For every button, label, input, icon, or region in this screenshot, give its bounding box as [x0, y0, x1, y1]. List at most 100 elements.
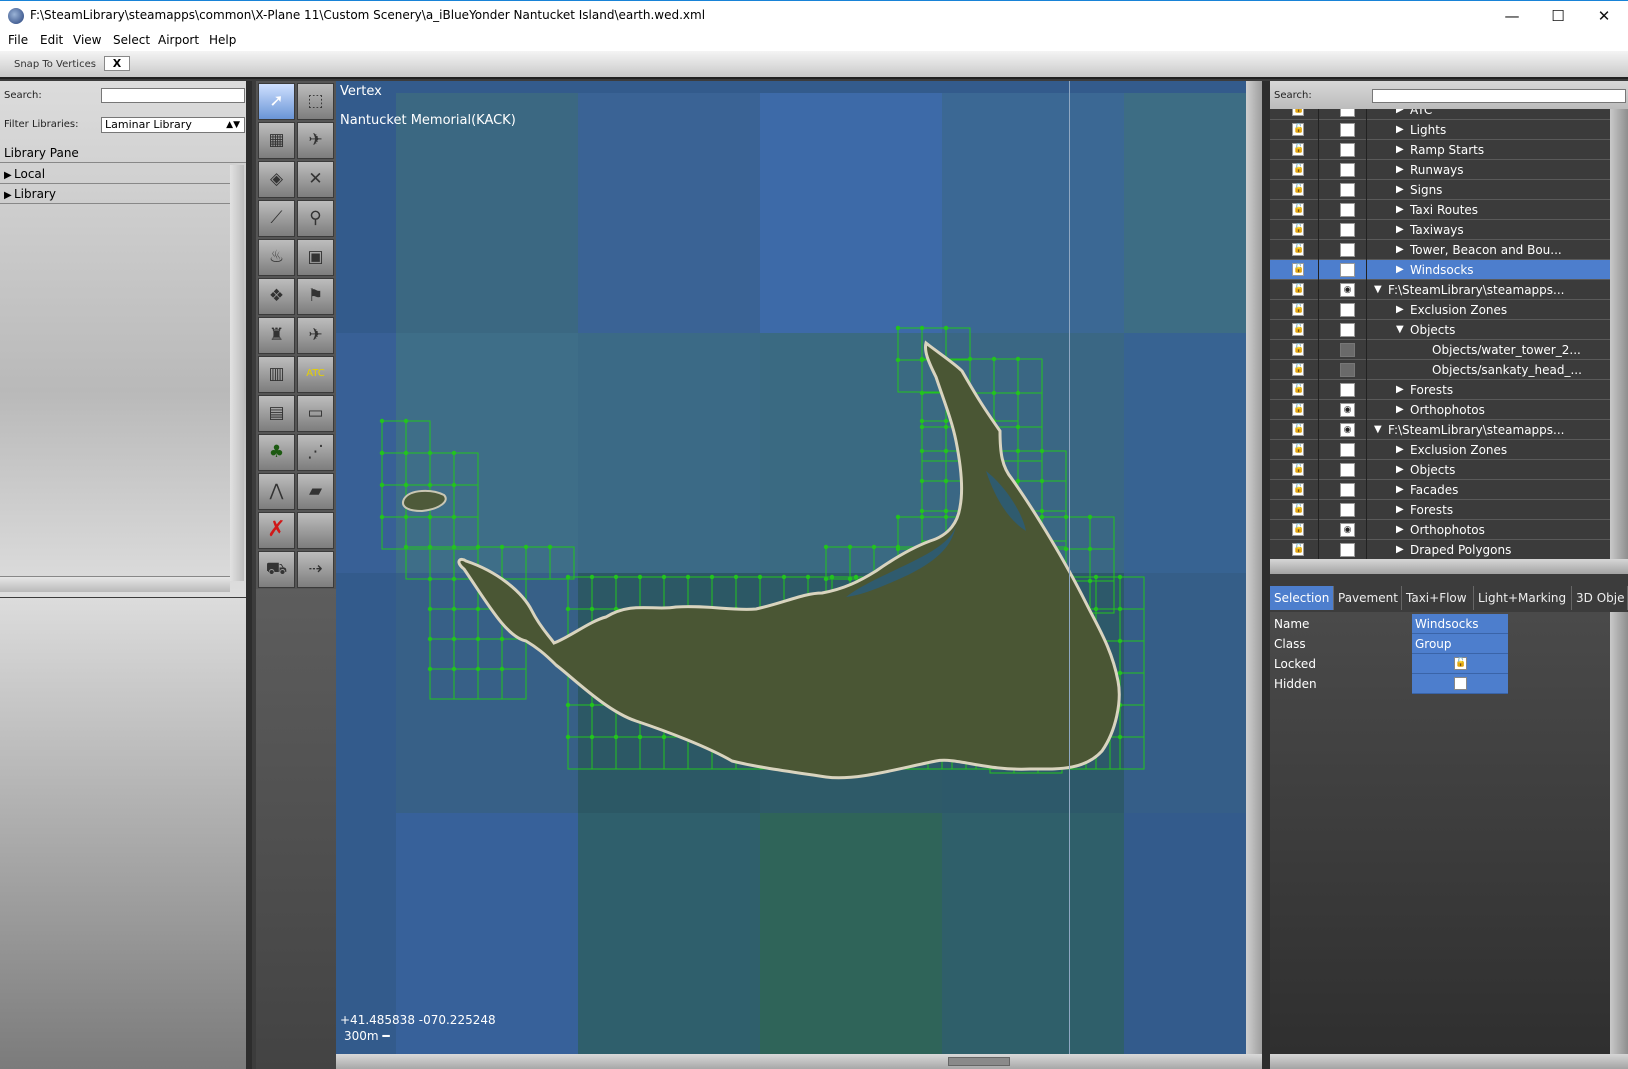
visibility-checkbox[interactable] [1340, 223, 1355, 237]
layer-row[interactable]: 🔓 ▶ Draped Polygons [1270, 540, 1610, 559]
lock-icon[interactable]: 🔓 [1292, 303, 1304, 316]
layer-row[interactable]: 🔓 ▼ Objects [1270, 320, 1610, 340]
visibility-checkbox[interactable] [1340, 343, 1355, 357]
expand-triangle-icon[interactable]: ▶ [1396, 124, 1404, 135]
lock-icon[interactable]: 🔓 [1292, 523, 1304, 536]
sealane-tool[interactable]: ◈ [258, 161, 295, 198]
tab-3d-objects[interactable]: 3D Obje [1572, 586, 1628, 610]
lock-icon[interactable]: 🔓 [1292, 403, 1304, 416]
property-name-value[interactable]: Windsocks [1412, 614, 1508, 634]
lock-icon[interactable]: 🔓 [1292, 263, 1304, 276]
expand-triangle-icon[interactable]: ▶ [0, 166, 14, 186]
visibility-checkbox[interactable] [1340, 443, 1355, 457]
expand-triangle-icon[interactable]: ▶ [1396, 544, 1404, 555]
tower-tool[interactable]: ♜ [258, 317, 295, 354]
layer-row[interactable]: 🔓 ▶ Runways [1270, 160, 1610, 180]
layer-row[interactable]: 🔓 ◉ ▶ Orthophotos [1270, 520, 1610, 540]
map-horizontal-scrollbar[interactable] [336, 1054, 1262, 1069]
object-tool[interactable]: ❖ [258, 278, 295, 315]
atc-tool[interactable]: ATC [297, 356, 334, 393]
expand-triangle-icon[interactable]: ▶ [1396, 504, 1404, 515]
expand-triangle-icon[interactable]: ▶ [1396, 224, 1404, 235]
facade-tool[interactable]: ▥ [258, 356, 295, 393]
visibility-checkbox[interactable] [1340, 323, 1355, 337]
lock-icon[interactable]: 🔓 [1292, 543, 1304, 556]
layer-row[interactable]: 🔓 ▶ Facades [1270, 480, 1610, 500]
layer-row[interactable]: 🔓 ▶ Signs [1270, 180, 1610, 200]
line-tool[interactable]: ▭ [297, 395, 334, 432]
collapse-triangle-icon[interactable]: ▼ [1396, 324, 1404, 335]
polygon-line-tool[interactable]: ⋀ [258, 473, 295, 510]
blank-tool[interactable] [297, 512, 334, 549]
boundary-tool[interactable]: ⚲ [297, 200, 334, 237]
windsock-tool[interactable]: ⚑ [297, 278, 334, 315]
expand-triangle-icon[interactable]: ▶ [1396, 184, 1404, 195]
menu-view[interactable]: View [73, 33, 101, 47]
building-tool[interactable]: ▤ [258, 395, 295, 432]
lock-icon[interactable]: 🔓 [1292, 483, 1304, 496]
layer-row[interactable]: 🔓 ◉ ▶ Orthophotos [1270, 400, 1610, 420]
layer-row[interactable]: 🔓 ▶ Tower, Beacon and Bou... [1270, 240, 1610, 260]
visibility-checkbox[interactable] [1340, 503, 1355, 517]
lock-icon[interactable]: 🔓 [1292, 109, 1304, 116]
lock-icon[interactable]: 🔓 [1292, 323, 1304, 336]
tab-selection[interactable]: Selection [1270, 586, 1334, 610]
layer-row[interactable]: 🔓 ▶ Objects [1270, 460, 1610, 480]
expand-triangle-icon[interactable]: ▶ [1396, 244, 1404, 255]
layer-row[interactable]: 🔓 ▶ ATC [1270, 109, 1610, 120]
light-tool[interactable]: ♨ [258, 239, 295, 276]
lock-icon[interactable]: 🔓 [1292, 123, 1304, 136]
visibility-checkbox[interactable] [1340, 123, 1355, 137]
visibility-checkbox[interactable] [1340, 263, 1355, 277]
snap-to-vertices-toggle[interactable]: X [104, 56, 130, 71]
collapse-triangle-icon[interactable]: ▼ [1374, 424, 1382, 435]
layer-row[interactable]: 🔓 ▶ Taxiways [1270, 220, 1610, 240]
visibility-checkbox[interactable] [1340, 109, 1355, 117]
expand-triangle-icon[interactable]: ▶ [1396, 164, 1404, 175]
eye-icon[interactable]: ◉ [1340, 423, 1355, 437]
hierarchy-vertical-scrollbar[interactable] [1610, 109, 1628, 559]
minimize-button[interactable]: — [1489, 1, 1535, 32]
lock-icon[interactable]: 🔓 [1292, 163, 1304, 176]
marquee-tool[interactable]: ⬚ [297, 83, 334, 120]
layer-row[interactable]: 🔓 ▶ Exclusion Zones [1270, 300, 1610, 320]
visibility-checkbox[interactable] [1340, 143, 1355, 157]
lock-icon[interactable]: 🔓 [1292, 223, 1304, 236]
expand-triangle-icon[interactable]: ▶ [1396, 484, 1404, 495]
tab-taxi-flow[interactable]: Taxi+Flow [1402, 586, 1474, 610]
expand-triangle-icon[interactable]: ▶ [1396, 384, 1404, 395]
layer-search-input[interactable] [1372, 89, 1626, 103]
menu-select[interactable]: Select [113, 33, 150, 47]
lock-icon[interactable]: 🔓 [1292, 503, 1304, 516]
string-tool[interactable]: ⋰ [297, 434, 334, 471]
expand-triangle-icon[interactable]: ▶ [1396, 464, 1404, 475]
visibility-checkbox[interactable] [1340, 163, 1355, 177]
filter-libraries-select[interactable]: Laminar Library ▲▼ [101, 117, 245, 133]
lock-icon[interactable]: 🔓 [1292, 183, 1304, 196]
layer-row[interactable]: 🔓 Objects/sankaty_head_... [1270, 360, 1610, 380]
layer-row[interactable]: 🔓 ▶ Forests [1270, 380, 1610, 400]
expand-triangle-icon[interactable]: ▶ [1396, 109, 1404, 115]
expand-triangle-icon[interactable]: ▶ [1396, 524, 1404, 535]
route-tool[interactable]: ⇢ [297, 551, 334, 588]
visibility-checkbox[interactable] [1340, 203, 1355, 217]
forest-tool[interactable]: ♣ [258, 434, 295, 471]
lock-icon[interactable]: 🔓 [1292, 203, 1304, 216]
expand-triangle-icon[interactable]: ▶ [1396, 304, 1404, 315]
expand-triangle-icon[interactable]: ▶ [1396, 444, 1404, 455]
lock-icon[interactable]: 🔓 [1292, 423, 1304, 436]
eye-icon[interactable]: ◉ [1340, 403, 1355, 417]
expand-triangle-icon[interactable]: ▶ [1396, 144, 1404, 155]
taxiline-tool[interactable]: ⟋ [258, 200, 295, 237]
expand-triangle-icon[interactable]: ▶ [1396, 204, 1404, 215]
visibility-checkbox[interactable] [1340, 183, 1355, 197]
ramp-start-tool[interactable]: ✈ [297, 317, 334, 354]
lock-icon[interactable]: 🔓 [1292, 443, 1304, 456]
menu-file[interactable]: File [8, 33, 28, 47]
expand-triangle-icon[interactable]: ▶ [1396, 264, 1404, 275]
visibility-checkbox[interactable] [1340, 543, 1355, 557]
visibility-checkbox[interactable] [1340, 363, 1355, 377]
tab-pavement[interactable]: Pavement [1334, 586, 1402, 610]
map-vertical-scrollbar[interactable] [1246, 81, 1262, 1054]
visibility-checkbox[interactable] [1340, 303, 1355, 317]
